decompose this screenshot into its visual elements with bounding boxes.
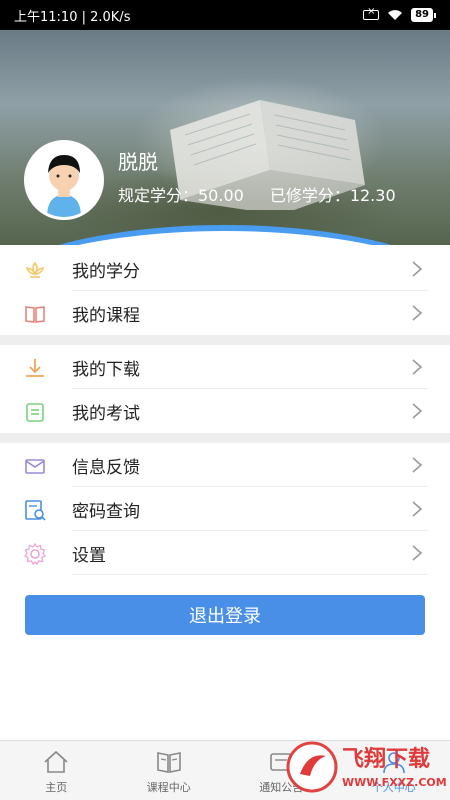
user-name: 脱脱 xyxy=(118,150,158,174)
menu-item-my-downloads[interactable]: 我的下载 xyxy=(0,345,450,389)
menu-item-my-credits[interactable]: 我的学分 xyxy=(0,247,450,291)
wifi-icon xyxy=(387,9,403,21)
mail-icon xyxy=(25,459,45,474)
menu-group-3: 信息反馈 密码查询 设置 xyxy=(0,443,450,575)
header-curve xyxy=(0,225,450,245)
group-separator xyxy=(0,433,450,443)
chevron-right-icon xyxy=(412,545,423,561)
menu-group-1: 我的学分 我的课程 xyxy=(0,247,450,335)
menu-item-label: 设置 xyxy=(72,545,106,566)
chevron-right-icon xyxy=(412,457,423,473)
menu-item-settings[interactable]: 设置 xyxy=(0,531,450,575)
watermark-url: WWW.FXXZ.COM xyxy=(342,776,447,789)
required-credits: 规定学分：50.00 xyxy=(118,186,244,205)
menu-item-label: 我的下载 xyxy=(72,359,140,380)
download-icon xyxy=(26,359,44,377)
lotus-icon xyxy=(25,261,45,278)
status-bar: 上午11:10 | 2.0K/s 89 xyxy=(0,0,450,30)
nav-item-home[interactable]: 主页 xyxy=(0,741,113,800)
status-left: 上午11:10 | 2.0K/s xyxy=(14,6,130,25)
credits-row: 规定学分：50.00 已修学分：12.30 xyxy=(118,182,396,206)
menu-item-my-exams[interactable]: 我的考试 xyxy=(0,389,450,433)
exam-icon xyxy=(26,403,44,422)
password-search-icon xyxy=(25,500,46,521)
gear-icon xyxy=(24,543,46,565)
home-icon xyxy=(44,750,68,773)
chevron-right-icon xyxy=(412,305,423,321)
chevron-right-icon xyxy=(412,403,423,419)
menu-item-feedback[interactable]: 信息反馈 xyxy=(0,443,450,487)
avatar-icon xyxy=(27,143,101,217)
avatar[interactable] xyxy=(24,140,104,220)
status-right: 89 xyxy=(363,6,436,22)
book-open-icon xyxy=(156,752,181,773)
menu-list: 我的学分 我的课程 我的下载 我的考试 信息反馈 密码查询 设置 xyxy=(0,245,450,575)
menu-group-2: 我的下载 我的考试 xyxy=(0,345,450,433)
earned-credits: 已修学分：12.30 xyxy=(269,186,396,205)
chevron-right-icon xyxy=(412,501,423,517)
book-icon xyxy=(25,306,45,323)
watermark-logo: 飞翔下载 WWW.FXXZ.COM xyxy=(286,741,447,793)
profile-header: 脱脱 规定学分：50.00 已修学分：12.30 xyxy=(0,30,450,245)
watermark-brand: 飞翔下载 xyxy=(342,746,430,772)
logout-button[interactable]: 退出登录 xyxy=(25,595,425,635)
nav-label: 主页 xyxy=(45,781,68,794)
menu-item-password-query[interactable]: 密码查询 xyxy=(0,487,450,531)
sim-icon xyxy=(363,6,380,20)
status-time-speed: 上午11:10 | 2.0K/s xyxy=(14,9,131,25)
menu-item-my-courses[interactable]: 我的课程 xyxy=(0,291,450,335)
nav-item-courses[interactable]: 课程中心 xyxy=(113,741,226,800)
group-separator xyxy=(0,335,450,345)
chevron-right-icon xyxy=(412,359,423,375)
battery-level: 89 xyxy=(411,8,433,22)
nav-label: 课程中心 xyxy=(146,781,191,794)
menu-item-label: 我的学分 xyxy=(72,261,140,282)
menu-item-label: 密码查询 xyxy=(72,501,140,522)
menu-item-label: 我的课程 xyxy=(72,305,140,326)
battery-icon: 89 xyxy=(411,8,436,22)
chevron-right-icon xyxy=(412,261,423,277)
menu-item-label: 信息反馈 xyxy=(72,457,140,478)
menu-item-label: 我的考试 xyxy=(72,403,140,424)
